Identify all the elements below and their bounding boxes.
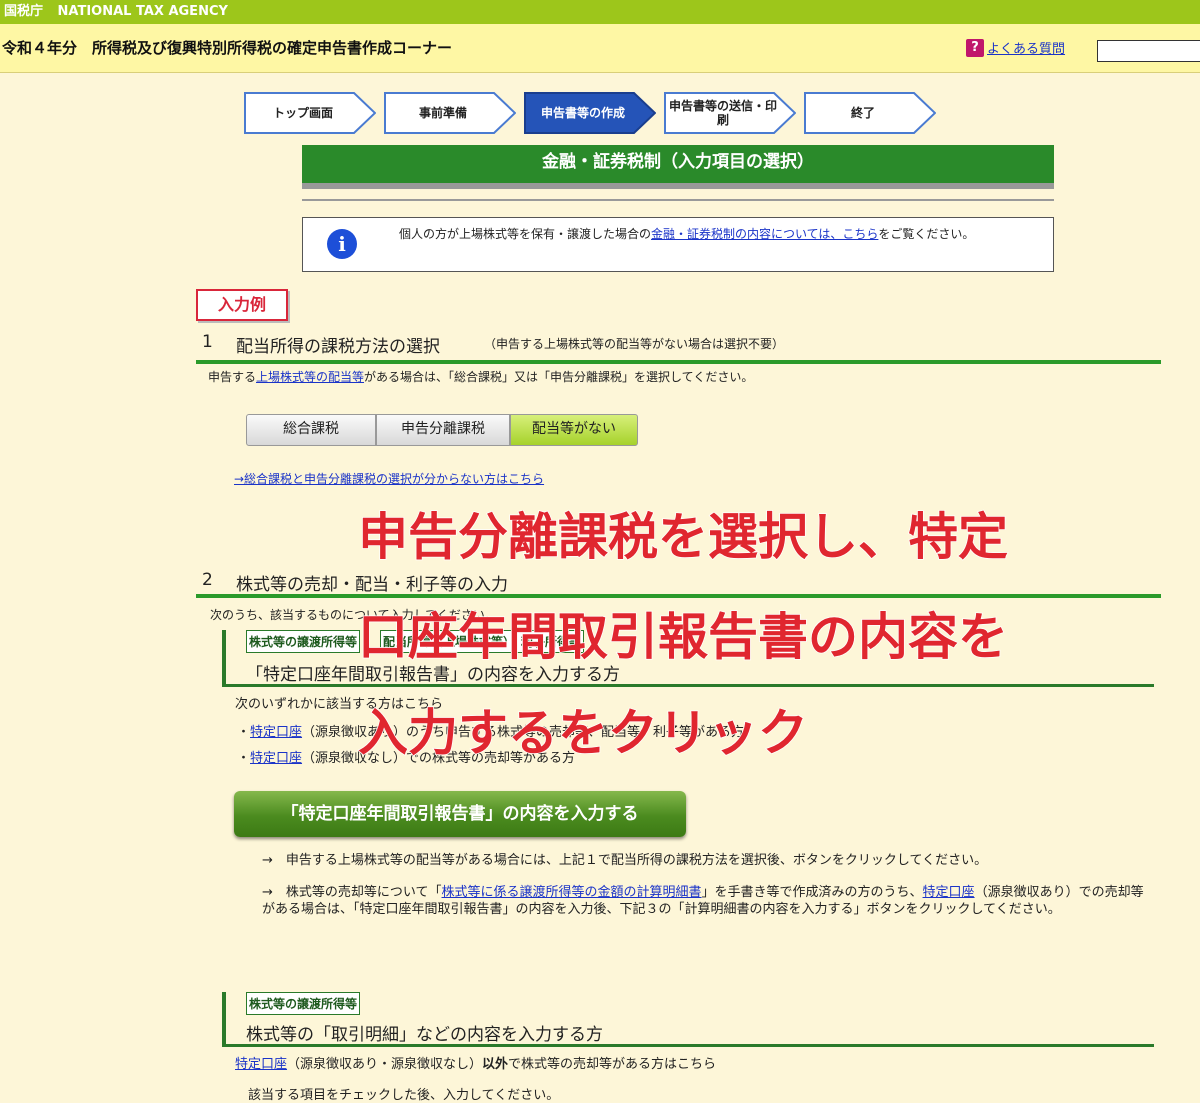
note-dividend: → 申告する上場株式等の配当等がある場合には、上記１で配当所得の課税方法を選択後…: [262, 853, 988, 868]
agency-name-en: NATIONAL TAX AGENCY: [57, 4, 228, 19]
section-1-description: 申告する上場株式等の配当等がある場合は、「総合課税」又は「申告分離課税」を選択し…: [208, 370, 754, 384]
section-1-header: 1 配当所得の課税方法の選択 （申告する上場株式等の配当等がない場合は選択不要）: [196, 330, 1161, 364]
annotation-line-1: 申告分離課税を選択し、特定: [357, 508, 1009, 566]
section-2-header: 2 株式等の売却・配当・利子等の入力: [196, 568, 1161, 598]
tag-stock-transfer: 株式等の譲渡所得等: [246, 630, 361, 653]
specified-account-link[interactable]: 特定口座: [923, 885, 975, 900]
note-calculation: → 株式等の売却等について「株式等に係る譲渡所得等の金額の計算明細書」を手書き等…: [262, 885, 1144, 917]
enter-annual-report-button[interactable]: 「特定口座年間取引報告書」の内容を入力する: [234, 791, 686, 837]
section-title: 株式等の売却・配当・利子等の入力: [236, 575, 508, 595]
annotation-line-2: 口座年間取引報告書の内容を: [357, 608, 1009, 666]
section-number: 2: [202, 570, 213, 590]
help-selection-link[interactable]: →総合課税と申告分離課税の選択が分からない方はこちら: [234, 470, 544, 487]
specified-account-link[interactable]: 特定口座: [250, 725, 302, 740]
agency-bar: 国税庁 NATIONAL TAX AGENCY: [0, 0, 1200, 24]
agency-name-jp: 国税庁: [4, 4, 44, 19]
title-bar: 令和４年分 所得税及び復興特別所得税の確定申告書作成コーナー ? よくある質問: [0, 24, 1200, 73]
search-input[interactable]: [1097, 40, 1200, 62]
faq-link[interactable]: ? よくある質問: [966, 38, 1065, 57]
section-banner: 金融・証券税制（入力項目の選択）: [302, 145, 1054, 189]
step-label: 申告書等の作成: [540, 106, 625, 120]
taxation-method-toggle: 総合課税 申告分離課税 配当等がない: [246, 414, 638, 446]
question-icon: ?: [966, 38, 984, 57]
option-none[interactable]: 配当等がない: [510, 414, 638, 446]
page-title: 令和４年分 所得税及び復興特別所得税の確定申告書作成コーナー: [2, 39, 453, 57]
info-link[interactable]: 金融・証券税制の内容については、こちら: [651, 227, 878, 241]
check-instruction: 該当する項目をチェックした後、入力してください。: [248, 1088, 560, 1103]
specified-account-link[interactable]: 特定口座: [235, 1057, 287, 1072]
section-title: 配当所得の課税方法の選択: [236, 337, 440, 357]
annotation-line-3: 入力するをクリック: [357, 704, 809, 762]
step-label: 事前準備: [418, 106, 467, 120]
faq-label[interactable]: よくある質問: [987, 42, 1065, 57]
option-comprehensive[interactable]: 総合課税: [246, 414, 376, 446]
option-separate[interactable]: 申告分離課税: [376, 414, 510, 446]
example-badge: 入力例: [196, 289, 288, 321]
section-subtitle: （申告する上場株式等の配当等がない場合は選択不要）: [484, 337, 785, 351]
info-icon: i: [327, 229, 357, 259]
step-label: トップ画面: [272, 106, 333, 120]
tag-stock-transfer: 株式等の譲渡所得等: [246, 992, 361, 1015]
section-number: 1: [202, 332, 213, 352]
step-label: 終了: [850, 106, 875, 120]
block-title: 株式等の「取引明細」などの内容を入力する方: [246, 1025, 603, 1045]
calculation-statement-link[interactable]: 株式等に係る譲渡所得等の金額の計算明細書: [442, 885, 702, 900]
transaction-details-block: 株式等の譲渡所得等 株式等の「取引明細」などの内容を入力する方: [222, 992, 1154, 1047]
block-description: 特定口座（源泉徴収あり・源泉徴収なし）以外で株式等の売却等がある方はこちら: [235, 1057, 717, 1072]
info-text: 個人の方が上場株式等を保有・譲渡した場合の金融・証券税制の内容については、こちら…: [399, 227, 975, 241]
specified-account-link[interactable]: 特定口座: [250, 751, 302, 766]
step-label: 申告書等の送信・印刷: [668, 99, 777, 127]
listed-dividend-link[interactable]: 上場株式等の配当等: [256, 370, 364, 384]
info-box: i 個人の方が上場株式等を保有・譲渡した場合の金融・証券税制の内容については、こ…: [302, 217, 1054, 272]
divider: [302, 199, 1054, 201]
